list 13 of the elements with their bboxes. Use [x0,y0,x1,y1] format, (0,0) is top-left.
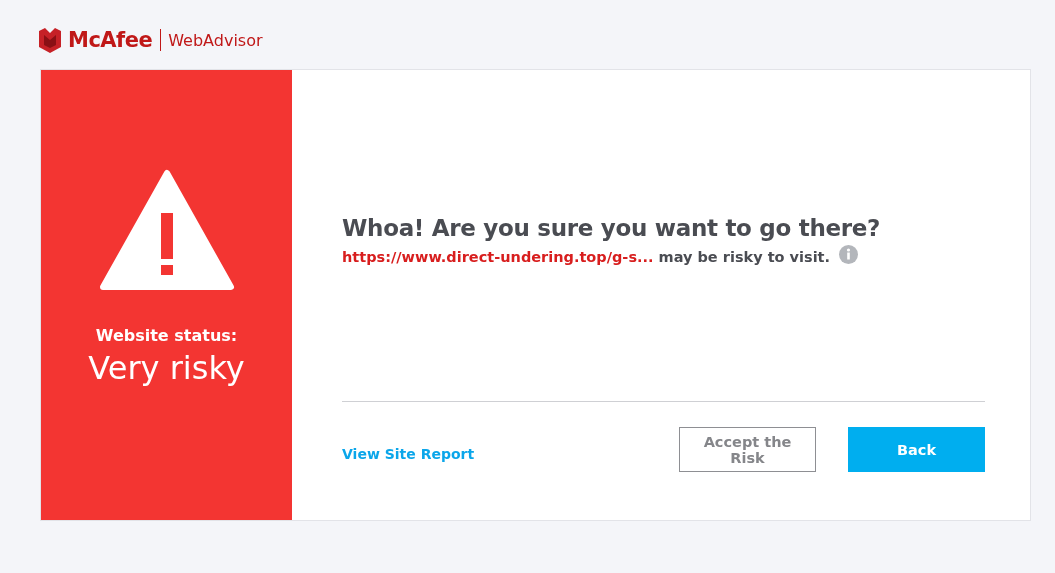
site-url: https://www.direct-undering.top/g-s... [342,249,654,265]
site-report-link[interactable]: View Site Report [342,445,475,462]
warning-title: Whoa! Are you sure you want to go there? [342,215,882,241]
shield-logo-icon [38,27,62,53]
accept-risk-button[interactable]: Accept the Risk [679,427,816,472]
status-value: Very risky [88,349,245,387]
back-button[interactable]: Back [848,427,985,472]
risk-message: may be risky to visit. [658,249,831,265]
status-label: Website status: [95,326,238,345]
brand-name: McAfee [68,28,153,52]
info-icon[interactable] [839,244,859,264]
warning-icon [98,169,235,293]
product-name: WebAdvisor [168,30,263,50]
